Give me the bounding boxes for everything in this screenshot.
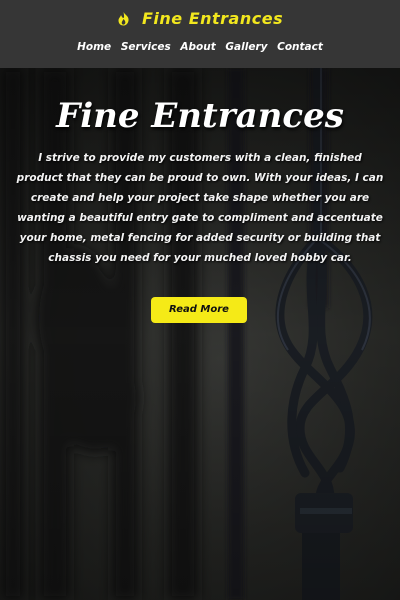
hero-description: I strive to provide my customers with a … xyxy=(16,152,384,264)
brand-logo[interactable]: Fine Entrances xyxy=(0,8,400,28)
page: Fine Entrances Home Services About Galle… xyxy=(0,0,400,600)
hero-section: Fine Entrances I strive to provide my cu… xyxy=(0,68,400,600)
nav-item-gallery[interactable]: Gallery xyxy=(225,41,267,53)
flame-icon xyxy=(118,12,129,26)
nav-item-contact[interactable]: Contact xyxy=(277,41,323,53)
hero-title: Fine Entrances xyxy=(56,96,344,136)
nav-item-services[interactable]: Services xyxy=(121,41,171,53)
read-more-button[interactable]: Read More xyxy=(151,297,247,323)
brand-name: Fine Entrances xyxy=(141,9,284,28)
main-nav: Home Services About Gallery Contact xyxy=(0,41,400,53)
nav-item-home[interactable]: Home xyxy=(77,41,111,53)
nav-item-about[interactable]: About xyxy=(180,41,215,53)
site-header: Fine Entrances Home Services About Galle… xyxy=(0,0,400,68)
